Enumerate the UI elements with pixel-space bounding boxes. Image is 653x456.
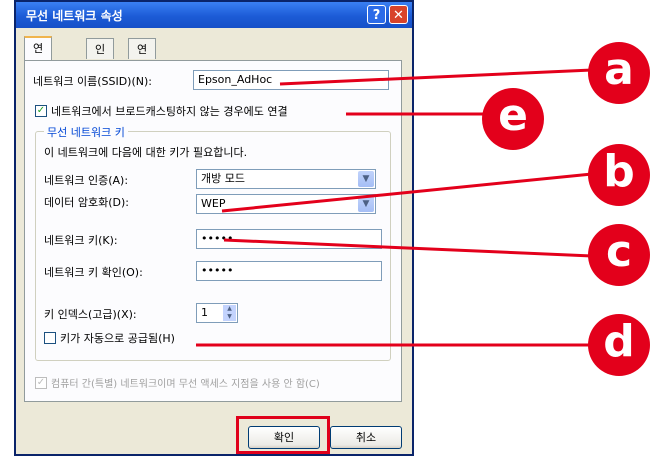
callout-line-c — [223, 238, 593, 258]
callout-badge-c: c — [588, 224, 650, 286]
callout-line-a — [279, 68, 593, 86]
callout-badge-d: d — [588, 314, 650, 376]
callout-badge-b: b — [588, 144, 650, 206]
callout-badge-a: a — [588, 42, 650, 104]
callout-lines — [196, 68, 593, 347]
callout-badge-e: e — [482, 88, 544, 150]
callout-line-b — [221, 172, 593, 213]
